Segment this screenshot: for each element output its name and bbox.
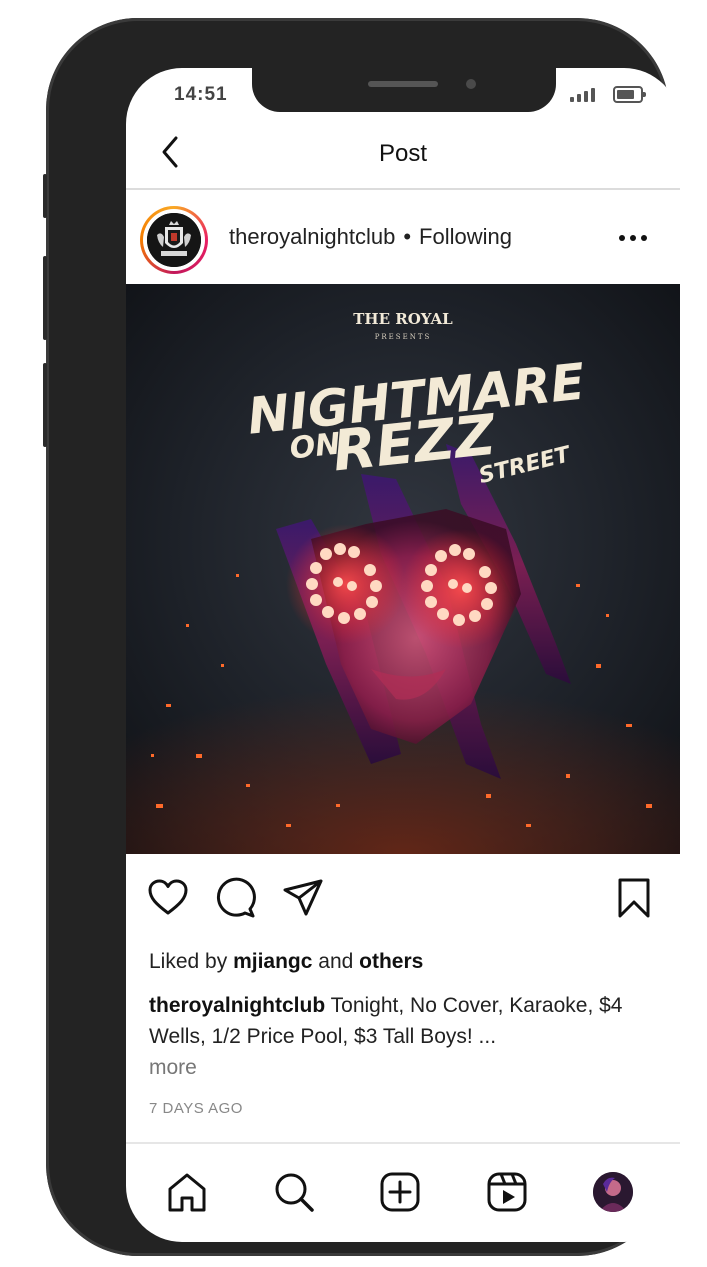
save-button[interactable] <box>612 876 656 920</box>
share-icon <box>283 879 323 916</box>
bookmark-icon <box>618 878 650 918</box>
caption-author[interactable]: theroyalnightclub <box>149 994 325 1017</box>
volume-up-button <box>43 256 47 340</box>
comment-button[interactable] <box>214 876 258 920</box>
page-title: Post <box>378 140 428 167</box>
post-header: theroyalnightclub • Following <box>126 190 680 284</box>
tab-create[interactable] <box>378 1170 422 1214</box>
post-image[interactable]: THE ROYAL PRESENTS NIGHTMARE ON REZZ STR… <box>126 284 680 854</box>
likes-conjunction: and <box>318 950 354 973</box>
search-icon <box>275 1173 314 1212</box>
liked-by-others[interactable]: others <box>359 950 423 973</box>
add-post-icon <box>380 1172 420 1212</box>
flyer-presents: PRESENTS <box>375 333 432 341</box>
share-button[interactable] <box>281 876 325 920</box>
post-username-line: theroyalnightclub • Following <box>229 224 512 250</box>
phone-frame: 14:51 Post theroyalnightclub • Following… <box>43 18 680 1256</box>
profile-avatar[interactable] <box>593 1172 633 1212</box>
volume-down-button <box>43 363 47 447</box>
post-actions <box>126 854 680 944</box>
bottom-nav <box>126 1142 680 1242</box>
story-ring-avatar[interactable] <box>140 206 208 274</box>
flyer-brand: THE ROYAL <box>353 310 453 328</box>
likes-prefix: Liked by <box>149 950 228 973</box>
signal-icon <box>570 86 595 102</box>
more-options-button[interactable] <box>616 226 650 250</box>
liked-by-user[interactable]: mjiangc <box>233 950 312 973</box>
home-icon <box>168 1173 206 1212</box>
post-caption: theroyalnightclub Tonight, No Cover, Kar… <box>149 990 659 1083</box>
front-camera <box>466 79 476 89</box>
reels-icon <box>487 1172 527 1212</box>
tab-reels[interactable] <box>485 1170 529 1214</box>
like-button[interactable] <box>146 876 190 920</box>
notch <box>252 68 556 112</box>
following-button[interactable]: Following <box>419 224 512 249</box>
heart-icon <box>148 879 188 915</box>
phone-screen: 14:51 Post theroyalnightclub • Following… <box>126 68 680 1242</box>
mute-switch <box>43 174 47 218</box>
separator-dot: • <box>403 224 412 249</box>
post-username[interactable]: theroyalnightclub <box>229 224 395 249</box>
speaker-grille <box>368 81 438 87</box>
comment-icon <box>216 877 256 918</box>
club-crest-logo <box>147 213 201 267</box>
likes-summary: Liked by mjiangc and others <box>149 950 423 974</box>
post-timestamp: 7 DAYS AGO <box>149 1100 243 1117</box>
tab-search[interactable] <box>272 1170 316 1214</box>
caption-more-link[interactable]: more <box>149 1052 659 1083</box>
battery-icon <box>613 86 646 103</box>
more-horizontal-icon <box>619 235 647 241</box>
status-time: 14:51 <box>174 84 228 105</box>
tab-home[interactable] <box>165 1170 209 1214</box>
top-nav-bar: Post <box>126 122 680 190</box>
